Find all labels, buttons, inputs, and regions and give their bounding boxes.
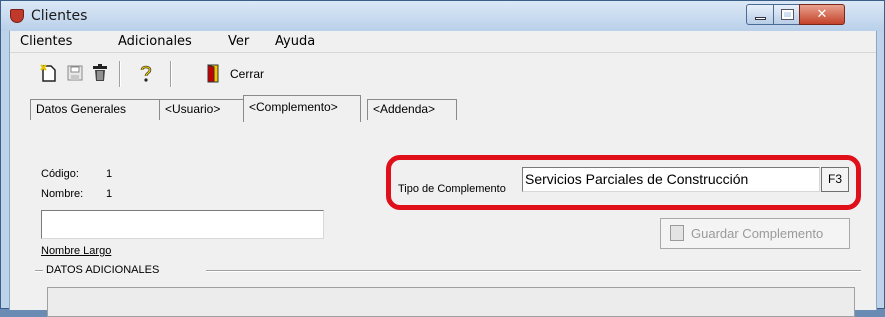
app-shield-icon xyxy=(10,9,24,23)
menu-bar: Clientes Adicionales Ver Ayuda xyxy=(10,31,876,53)
tab-complemento[interactable]: <Complemento> xyxy=(243,95,361,122)
new-document-icon[interactable] xyxy=(39,63,59,83)
toolbar-separator xyxy=(119,61,121,87)
minimize-button[interactable] xyxy=(746,4,774,25)
toolbar: Cerrar xyxy=(10,53,876,93)
save-icon[interactable] xyxy=(65,63,85,83)
group-border-left xyxy=(35,270,43,272)
tab-datos-generales[interactable]: Datos Generales xyxy=(30,99,160,120)
title-bar[interactable]: Clientes ✕ xyxy=(1,1,884,31)
close-icon: ✕ xyxy=(816,7,828,22)
menu-adicionales[interactable]: Adicionales xyxy=(118,34,192,49)
delete-icon[interactable] xyxy=(90,63,110,83)
toolbar-separator xyxy=(170,61,172,87)
nombre-largo-input[interactable] xyxy=(41,210,324,239)
tab-addenda[interactable]: <Addenda> xyxy=(367,99,457,120)
close-window-button[interactable]: ✕ xyxy=(799,4,845,25)
menu-ver[interactable]: Ver xyxy=(228,34,249,49)
nombre-largo-label: Nombre Largo xyxy=(41,245,112,257)
group-border-right xyxy=(206,270,861,272)
menu-clientes[interactable]: Clientes xyxy=(20,34,72,49)
tab-usuario[interactable]: <Usuario> xyxy=(159,99,245,120)
guardar-complemento-button[interactable]: Guardar Complemento xyxy=(660,218,850,249)
clientes-window: Clientes ✕ Clientes Adicionales Ver Ayud… xyxy=(0,0,885,317)
codigo-label: Código: xyxy=(41,168,79,180)
cerrar-button[interactable]: Cerrar xyxy=(230,67,264,81)
exit-door-icon[interactable] xyxy=(203,63,223,83)
maximize-button[interactable] xyxy=(773,4,800,25)
datos-adicionales-panel xyxy=(47,287,855,317)
codigo-value: 1 xyxy=(106,168,113,180)
maximize-icon xyxy=(781,9,794,20)
nombre-label: Nombre: xyxy=(41,188,84,200)
datos-adicionales-header: DATOS ADICIONALES xyxy=(46,264,160,276)
save-icon xyxy=(670,225,684,241)
minimize-icon xyxy=(755,17,766,20)
window-title: Clientes xyxy=(31,8,88,24)
menu-ayuda[interactable]: Ayuda xyxy=(275,34,315,49)
help-icon[interactable] xyxy=(136,63,156,83)
highlight-annotation xyxy=(386,155,861,210)
tab-strip: Datos Generales <Usuario> <Complemento> … xyxy=(10,95,876,122)
nombre-value: 1 xyxy=(106,188,113,200)
